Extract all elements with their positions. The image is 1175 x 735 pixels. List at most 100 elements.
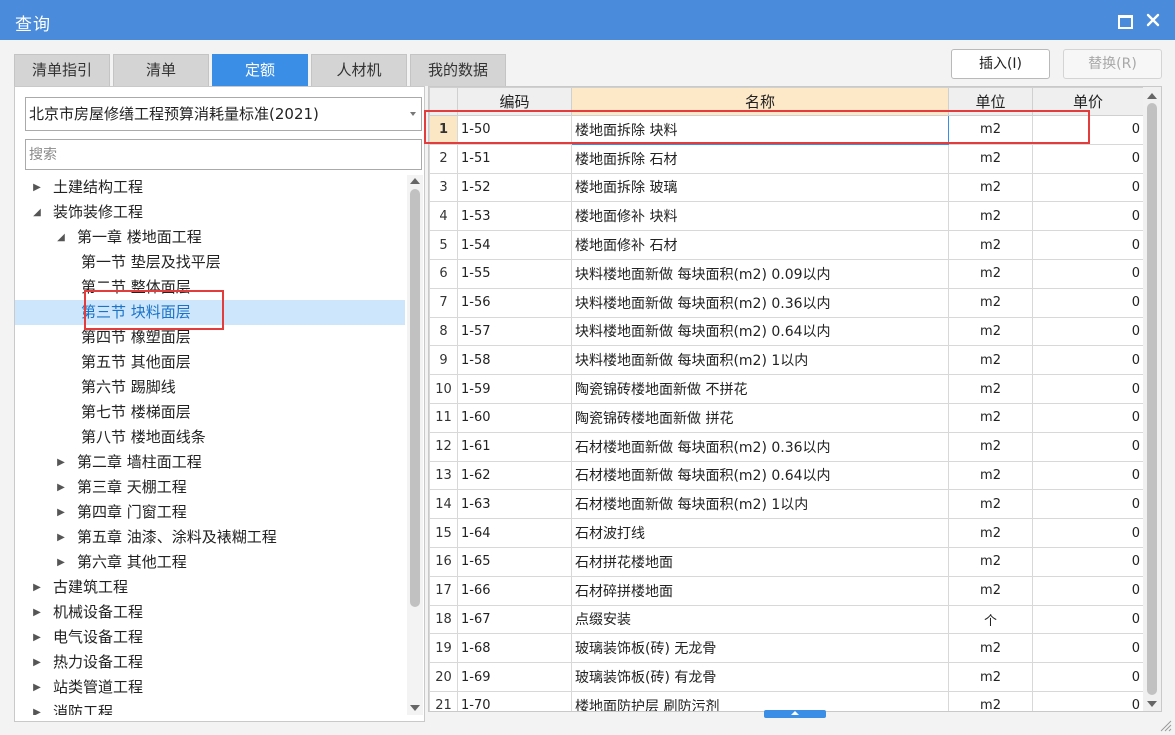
tree-item[interactable]: ▶ 古建筑工程: [15, 575, 405, 600]
column-header-name[interactable]: 名称: [571, 87, 949, 116]
tab-quota[interactable]: 定额: [212, 54, 308, 86]
row-number[interactable]: 19: [429, 633, 458, 664]
table-row[interactable]: 21 1-70 楼地面防护层 刷防污剂 m2 0: [429, 690, 1144, 711]
name-cell[interactable]: 楼地面拆除 块料: [571, 115, 949, 145]
unit-cell[interactable]: m2: [948, 115, 1033, 145]
row-number[interactable]: 2: [429, 143, 458, 174]
price-cell[interactable]: 0: [1032, 402, 1144, 433]
table-row[interactable]: 8 1-57 块料楼地面新做 每块面积(m2) 0.64以内 m2 0: [429, 316, 1144, 347]
tree-item[interactable]: ▶ 第四章 门窗工程: [15, 500, 405, 525]
unit-cell[interactable]: m2: [948, 143, 1033, 174]
library-select[interactable]: 北京市房屋修缮工程预算消耗量标准(2021): [25, 97, 422, 131]
table-row[interactable]: 12 1-61 石材楼地面新做 每块面积(m2) 0.36以内 m2 0: [429, 431, 1144, 462]
grid-scroll-thumb[interactable]: [1147, 103, 1157, 695]
unit-cell[interactable]: m2: [948, 460, 1033, 491]
code-cell[interactable]: 1-59: [457, 374, 572, 404]
tree-item[interactable]: ▶ 站类管道工程: [15, 675, 405, 700]
collapsed-arrow-icon[interactable]: ▶: [55, 525, 67, 550]
table-row[interactable]: 1 1-50 楼地面拆除 块料 m2 0: [429, 115, 1144, 145]
collapsed-arrow-icon[interactable]: ▶: [31, 575, 43, 600]
tree-item[interactable]: ▶ 第六章 其他工程: [15, 550, 405, 575]
name-cell[interactable]: 楼地面修补 石材: [571, 230, 949, 260]
unit-cell[interactable]: m2: [948, 374, 1033, 404]
code-cell[interactable]: 1-63: [457, 489, 572, 520]
code-cell[interactable]: 1-57: [457, 316, 572, 347]
column-header-price[interactable]: 单价: [1032, 87, 1144, 116]
name-cell[interactable]: 石材楼地面新做 每块面积(m2) 0.64以内: [571, 460, 949, 491]
code-cell[interactable]: 1-68: [457, 633, 572, 664]
tree-item[interactable]: ◢ 第一章 楼地面工程: [15, 225, 405, 250]
expanded-arrow-icon[interactable]: ◢: [55, 225, 67, 250]
close-icon[interactable]: [1142, 9, 1164, 31]
row-number[interactable]: 9: [429, 345, 458, 376]
name-cell[interactable]: 块料楼地面新做 每块面积(m2) 1以内: [571, 345, 949, 376]
tree-item[interactable]: ◢ 装饰装修工程: [15, 200, 405, 225]
price-cell[interactable]: 0: [1032, 230, 1144, 260]
unit-cell[interactable]: m2: [948, 546, 1033, 577]
tree-item[interactable]: 第三节 块料面层: [15, 300, 405, 325]
row-number[interactable]: 13: [429, 460, 458, 491]
unit-cell[interactable]: m2: [948, 258, 1033, 289]
unit-cell[interactable]: m2: [948, 316, 1033, 347]
code-cell[interactable]: 1-61: [457, 431, 572, 462]
search-input[interactable]: [25, 139, 422, 170]
price-cell[interactable]: 0: [1032, 316, 1144, 347]
table-row[interactable]: 16 1-65 石材拼花楼地面 m2 0: [429, 546, 1144, 577]
name-cell[interactable]: 石材楼地面新做 每块面积(m2) 0.36以内: [571, 431, 949, 462]
price-cell[interactable]: 0: [1032, 662, 1144, 692]
tab-bill-guide[interactable]: 清单指引: [14, 54, 110, 86]
column-header-code[interactable]: 编码: [457, 87, 572, 116]
unit-cell[interactable]: m2: [948, 575, 1033, 606]
row-number[interactable]: 12: [429, 431, 458, 462]
price-cell[interactable]: 0: [1032, 690, 1144, 711]
collapsed-arrow-icon[interactable]: ▶: [31, 625, 43, 650]
tree-item[interactable]: 第一节 垫层及找平层: [15, 250, 405, 275]
row-number[interactable]: 20: [429, 662, 458, 692]
price-cell[interactable]: 0: [1032, 489, 1144, 520]
price-cell[interactable]: 0: [1032, 143, 1144, 174]
row-number[interactable]: 16: [429, 546, 458, 577]
table-row[interactable]: 20 1-69 玻璃装饰板(砖) 有龙骨 m2 0: [429, 662, 1144, 692]
row-number[interactable]: 18: [429, 604, 458, 635]
unit-cell[interactable]: m2: [948, 345, 1033, 376]
price-cell[interactable]: 0: [1032, 431, 1144, 462]
code-cell[interactable]: 1-52: [457, 172, 572, 203]
collapsed-arrow-icon[interactable]: ▶: [31, 675, 43, 700]
unit-cell[interactable]: m2: [948, 431, 1033, 462]
name-cell[interactable]: 陶瓷锦砖楼地面新做 不拼花: [571, 374, 949, 404]
name-cell[interactable]: 石材拼花楼地面: [571, 546, 949, 577]
row-number[interactable]: 3: [429, 172, 458, 203]
tree-item[interactable]: ▶ 消防工程: [15, 700, 405, 715]
tree-item[interactable]: 第八节 楼地面线条: [15, 425, 405, 450]
table-row[interactable]: 14 1-63 石材楼地面新做 每块面积(m2) 1以内 m2 0: [429, 489, 1144, 520]
tree-item[interactable]: 第七节 楼梯面层: [15, 400, 405, 425]
unit-cell[interactable]: m2: [948, 172, 1033, 203]
price-cell[interactable]: 0: [1032, 115, 1144, 145]
unit-cell[interactable]: m2: [948, 633, 1033, 664]
code-cell[interactable]: 1-56: [457, 287, 572, 318]
tree-scrollbar[interactable]: [407, 175, 423, 715]
name-cell[interactable]: 石材碎拼楼地面: [571, 575, 949, 606]
tab-bill[interactable]: 清单: [113, 54, 209, 86]
table-row[interactable]: 5 1-54 楼地面修补 石材 m2 0: [429, 230, 1144, 260]
code-cell[interactable]: 1-55: [457, 258, 572, 289]
collapsed-arrow-icon[interactable]: ▶: [31, 700, 43, 715]
unit-cell[interactable]: m2: [948, 489, 1033, 520]
collapsed-arrow-icon[interactable]: ▶: [55, 450, 67, 475]
tree-item[interactable]: 第六节 踢脚线: [15, 375, 405, 400]
tree-item[interactable]: ▶ 机械设备工程: [15, 600, 405, 625]
collapsed-arrow-icon[interactable]: ▶: [31, 650, 43, 675]
grid-scrollbar[interactable]: [1143, 87, 1161, 711]
expanded-arrow-icon[interactable]: ◢: [31, 200, 43, 225]
price-cell[interactable]: 0: [1032, 287, 1144, 318]
tree-item[interactable]: 第二节 整体面层: [15, 275, 405, 300]
code-cell[interactable]: 1-50: [457, 115, 572, 145]
collapsed-arrow-icon[interactable]: ▶: [55, 500, 67, 525]
name-cell[interactable]: 块料楼地面新做 每块面积(m2) 0.09以内: [571, 258, 949, 289]
scroll-up-icon[interactable]: [410, 178, 420, 184]
unit-cell[interactable]: m2: [948, 662, 1033, 692]
table-row[interactable]: 13 1-62 石材楼地面新做 每块面积(m2) 0.64以内 m2 0: [429, 460, 1144, 491]
price-cell[interactable]: 0: [1032, 201, 1144, 232]
tree-item[interactable]: ▶ 热力设备工程: [15, 650, 405, 675]
name-cell[interactable]: 石材楼地面新做 每块面积(m2) 1以内: [571, 489, 949, 520]
